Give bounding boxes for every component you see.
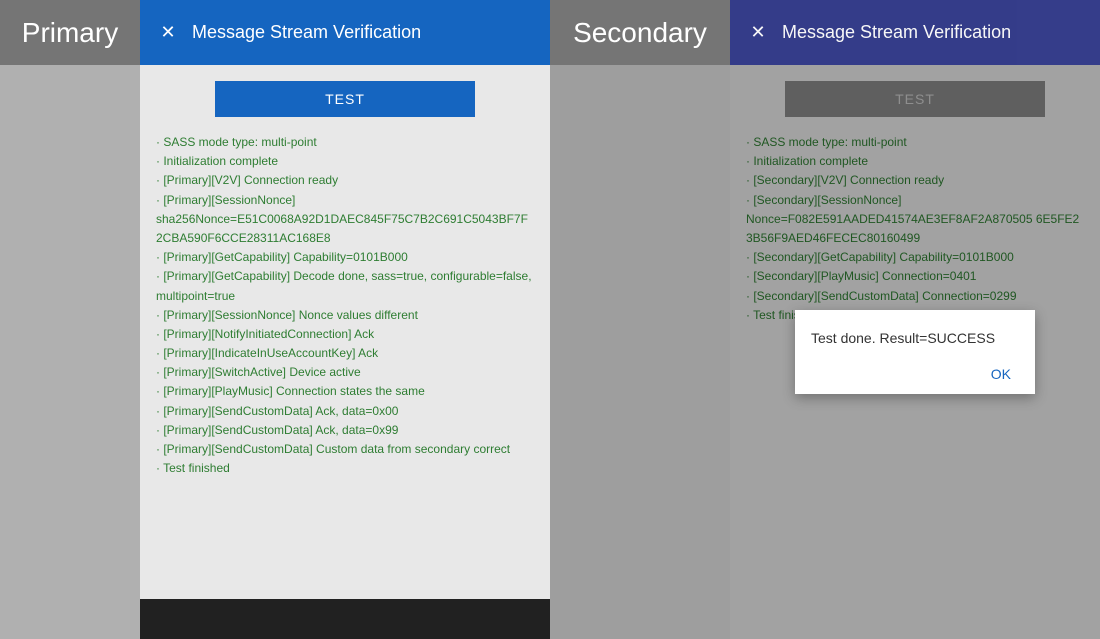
left-close-button[interactable]: ✕ <box>156 21 180 45</box>
alert-ok-button[interactable]: OK <box>983 362 1019 386</box>
right-close-button[interactable]: ✕ <box>746 21 770 45</box>
left-log-text: · SASS mode type: multi-point · Initiali… <box>156 133 534 478</box>
right-panel: Secondary ✕ Message Stream Verification … <box>550 0 1100 639</box>
left-dialog-content: TEST · SASS mode type: multi-point · Ini… <box>140 65 550 599</box>
right-dialog-header: ✕ Message Stream Verification <box>730 0 1100 65</box>
primary-label: Primary <box>22 17 118 49</box>
left-panel-label: Primary <box>0 0 140 65</box>
left-dialog-header: ✕ Message Stream Verification <box>140 0 550 65</box>
right-dialog-content: TEST · SASS mode type: multi-point · Ini… <box>730 65 1100 639</box>
left-dialog-title: Message Stream Verification <box>192 22 421 43</box>
alert-actions: OK <box>811 362 1019 386</box>
left-bottom-bar <box>140 599 550 639</box>
right-dialog-title: Message Stream Verification <box>782 22 1011 43</box>
left-test-button[interactable]: TEST <box>215 81 475 117</box>
secondary-label: Secondary <box>573 17 707 49</box>
alert-overlay: Test done. Result=SUCCESS OK <box>730 65 1100 639</box>
alert-message: Test done. Result=SUCCESS <box>811 330 1019 346</box>
right-panel-label: Secondary <box>550 0 730 65</box>
left-panel: Primary ✕ Message Stream Verification TE… <box>0 0 550 639</box>
left-dialog: ✕ Message Stream Verification TEST · SAS… <box>140 0 550 639</box>
alert-box: Test done. Result=SUCCESS OK <box>795 310 1035 394</box>
right-dialog: ✕ Message Stream Verification TEST · SAS… <box>730 0 1100 639</box>
